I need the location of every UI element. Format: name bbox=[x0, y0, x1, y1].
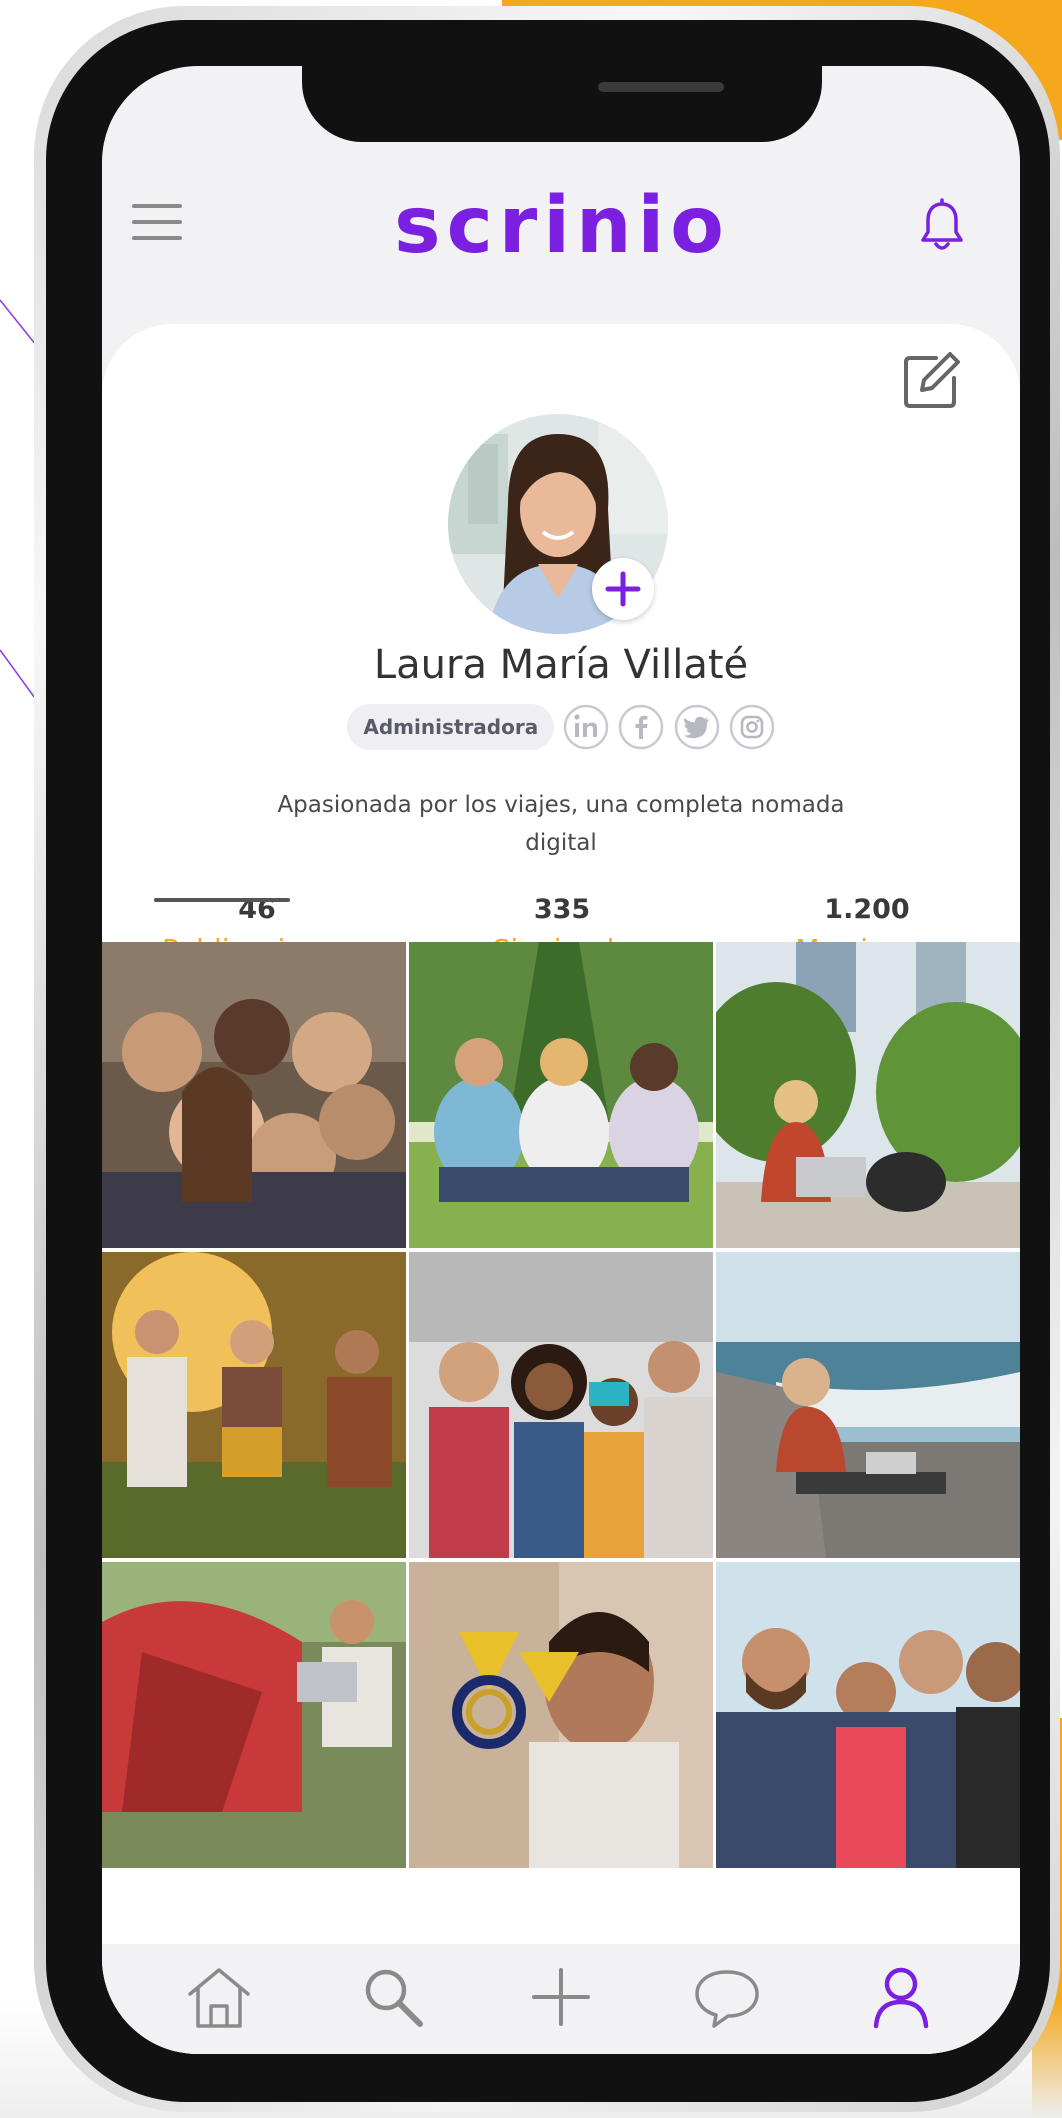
grid-photo[interactable] bbox=[409, 1562, 713, 1868]
stat-value: 335 bbox=[533, 894, 591, 925]
grid-photo[interactable] bbox=[409, 942, 713, 1248]
phone-notch bbox=[302, 66, 822, 142]
bottom-navigation bbox=[102, 1944, 1020, 2054]
grid-photo[interactable] bbox=[409, 1252, 713, 1558]
app-logo: scrinio bbox=[394, 181, 730, 271]
search-icon[interactable] bbox=[358, 1962, 428, 2032]
phone-screen: scrinio Laura María Villaté Administrado… bbox=[102, 66, 1020, 2054]
photo-grid bbox=[102, 942, 1020, 1872]
grid-photo[interactable] bbox=[716, 942, 1020, 1248]
role-badge: Administradora bbox=[347, 704, 555, 750]
plus-icon[interactable] bbox=[592, 558, 654, 620]
twitter-icon[interactable] bbox=[674, 704, 720, 750]
plus-icon[interactable] bbox=[526, 1962, 596, 2032]
active-tab-indicator bbox=[154, 898, 290, 902]
notch-speaker bbox=[598, 82, 724, 92]
role-and-social-row: Administradora bbox=[102, 704, 1020, 758]
facebook-icon[interactable] bbox=[618, 704, 664, 750]
edit-icon[interactable] bbox=[902, 350, 962, 410]
linkedin-icon[interactable] bbox=[563, 704, 609, 750]
instagram-icon[interactable] bbox=[729, 704, 775, 750]
hamburger-menu-icon[interactable] bbox=[132, 202, 182, 242]
grid-photo[interactable] bbox=[102, 1562, 406, 1868]
stat-value: 1.200 bbox=[824, 894, 910, 925]
top-bar: scrinio bbox=[102, 176, 1020, 276]
grid-photo[interactable] bbox=[716, 1252, 1020, 1558]
profile-name: Laura María Villaté bbox=[373, 642, 749, 688]
profile-bio: Apasionada por los viajes, una completa … bbox=[277, 792, 845, 856]
profile-avatar-container bbox=[448, 414, 668, 634]
bell-icon[interactable] bbox=[918, 198, 966, 254]
profile-icon[interactable] bbox=[866, 1962, 936, 2032]
home-icon[interactable] bbox=[184, 1962, 254, 2032]
grid-photo[interactable] bbox=[102, 1252, 406, 1558]
chat-bubble-icon[interactable] bbox=[692, 1962, 762, 2032]
grid-photo[interactable] bbox=[716, 1562, 1020, 1868]
grid-photo[interactable] bbox=[102, 942, 406, 1248]
